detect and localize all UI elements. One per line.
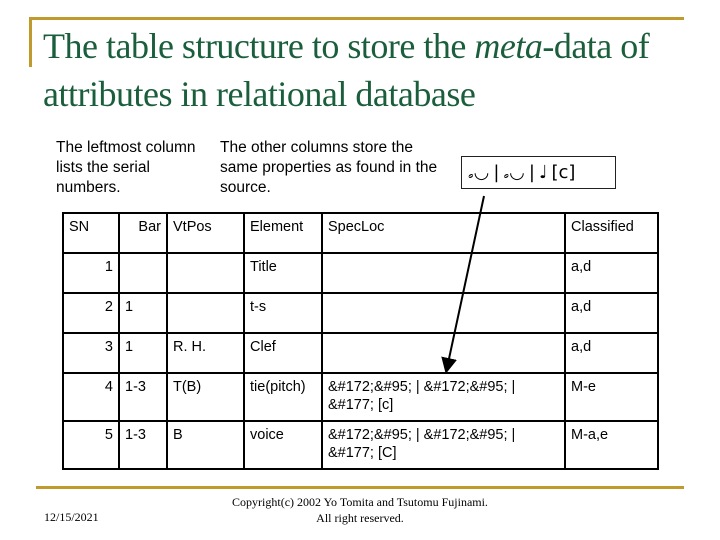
cell-vtpos [166,292,245,334]
title-italic: meta [474,26,543,66]
header-classified: Classified [564,212,659,254]
cell-specloc: &#172;&#95; | &#172;&#95; | &#177; [C] [321,420,566,470]
cell-bar [118,252,168,294]
cell-classified: a,d [564,252,659,294]
cell-sn: 5 [62,420,120,470]
music-notation-example: 𝅗◡ | 𝅗◡ | ♩ [c] [461,156,616,189]
cell-sn: 2 [62,292,120,334]
cell-specloc: &#172;&#95; | &#172;&#95; | &#177; [c] [321,372,566,422]
cell-sn: 4 [62,372,120,422]
table-row: 5 1-3 B voice &#172;&#95; | &#172;&#95; … [62,420,659,470]
cell-specloc [321,332,566,374]
cell-element: t-s [243,292,323,334]
quarter-note-icon: ♩ [538,162,548,183]
cell-vtpos: T(B) [166,372,245,422]
cell-bar: 1 [118,332,168,374]
cell-sn: 1 [62,252,120,294]
tied-notes-icon: 𝅗◡ [468,162,490,183]
left-accent-rule [29,17,32,67]
metadata-table: SN Bar VtPos Element SpecLoc Classified … [62,212,659,470]
cell-vtpos: B [166,420,245,470]
table-header-row: SN Bar VtPos Element SpecLoc Classified [62,212,659,254]
header-bar: Bar [118,212,168,254]
table-row: 2 1 t-s a,d [62,292,659,334]
title-text-1: The table structure to store the [43,26,475,66]
cell-sn: 3 [62,332,120,374]
cell-classified: a,d [564,332,659,374]
cell-element: voice [243,420,323,470]
footer-date: 12/15/2021 [44,510,99,524]
barline-icon: | [493,162,500,183]
header-element: Element [243,212,323,254]
cell-specloc [321,252,566,294]
header-specloc: SpecLoc [321,212,566,254]
barline-icon: | [528,162,535,183]
cell-classified: a,d [564,292,659,334]
cell-specloc [321,292,566,334]
cell-element: Title [243,252,323,294]
cell-bar: 1-3 [118,420,168,470]
table-row: 3 1 R. H. Clef a,d [62,332,659,374]
top-accent-rule [30,17,684,20]
note-serial-numbers: The leftmost column lists the serial num… [56,139,196,196]
cell-classified: M-e [564,372,659,422]
cell-bar: 1 [118,292,168,334]
bottom-accent-rule [36,486,684,489]
note-other-columns: The other columns store the same propert… [220,139,438,196]
cell-vtpos [166,252,245,294]
cell-bar: 1-3 [118,372,168,422]
table-row: 1 Title a,d [62,252,659,294]
cell-element: tie(pitch) [243,372,323,422]
table-row: 4 1-3 T(B) tie(pitch) &#172;&#95; | &#17… [62,372,659,422]
tied-notes-icon: 𝅗◡ [503,162,525,183]
slide-title: The table structure to store the meta-da… [43,22,703,118]
cell-classified: M-a,e [564,420,659,470]
cell-element: Clef [243,332,323,374]
footer-copyright: Copyright(c) 2002 Yo Tomita and Tsutomu … [232,495,488,525]
header-sn: SN [62,212,120,254]
cell-vtpos: R. H. [166,332,245,374]
header-vtpos: VtPos [166,212,245,254]
chord-label: [c] [551,162,576,183]
